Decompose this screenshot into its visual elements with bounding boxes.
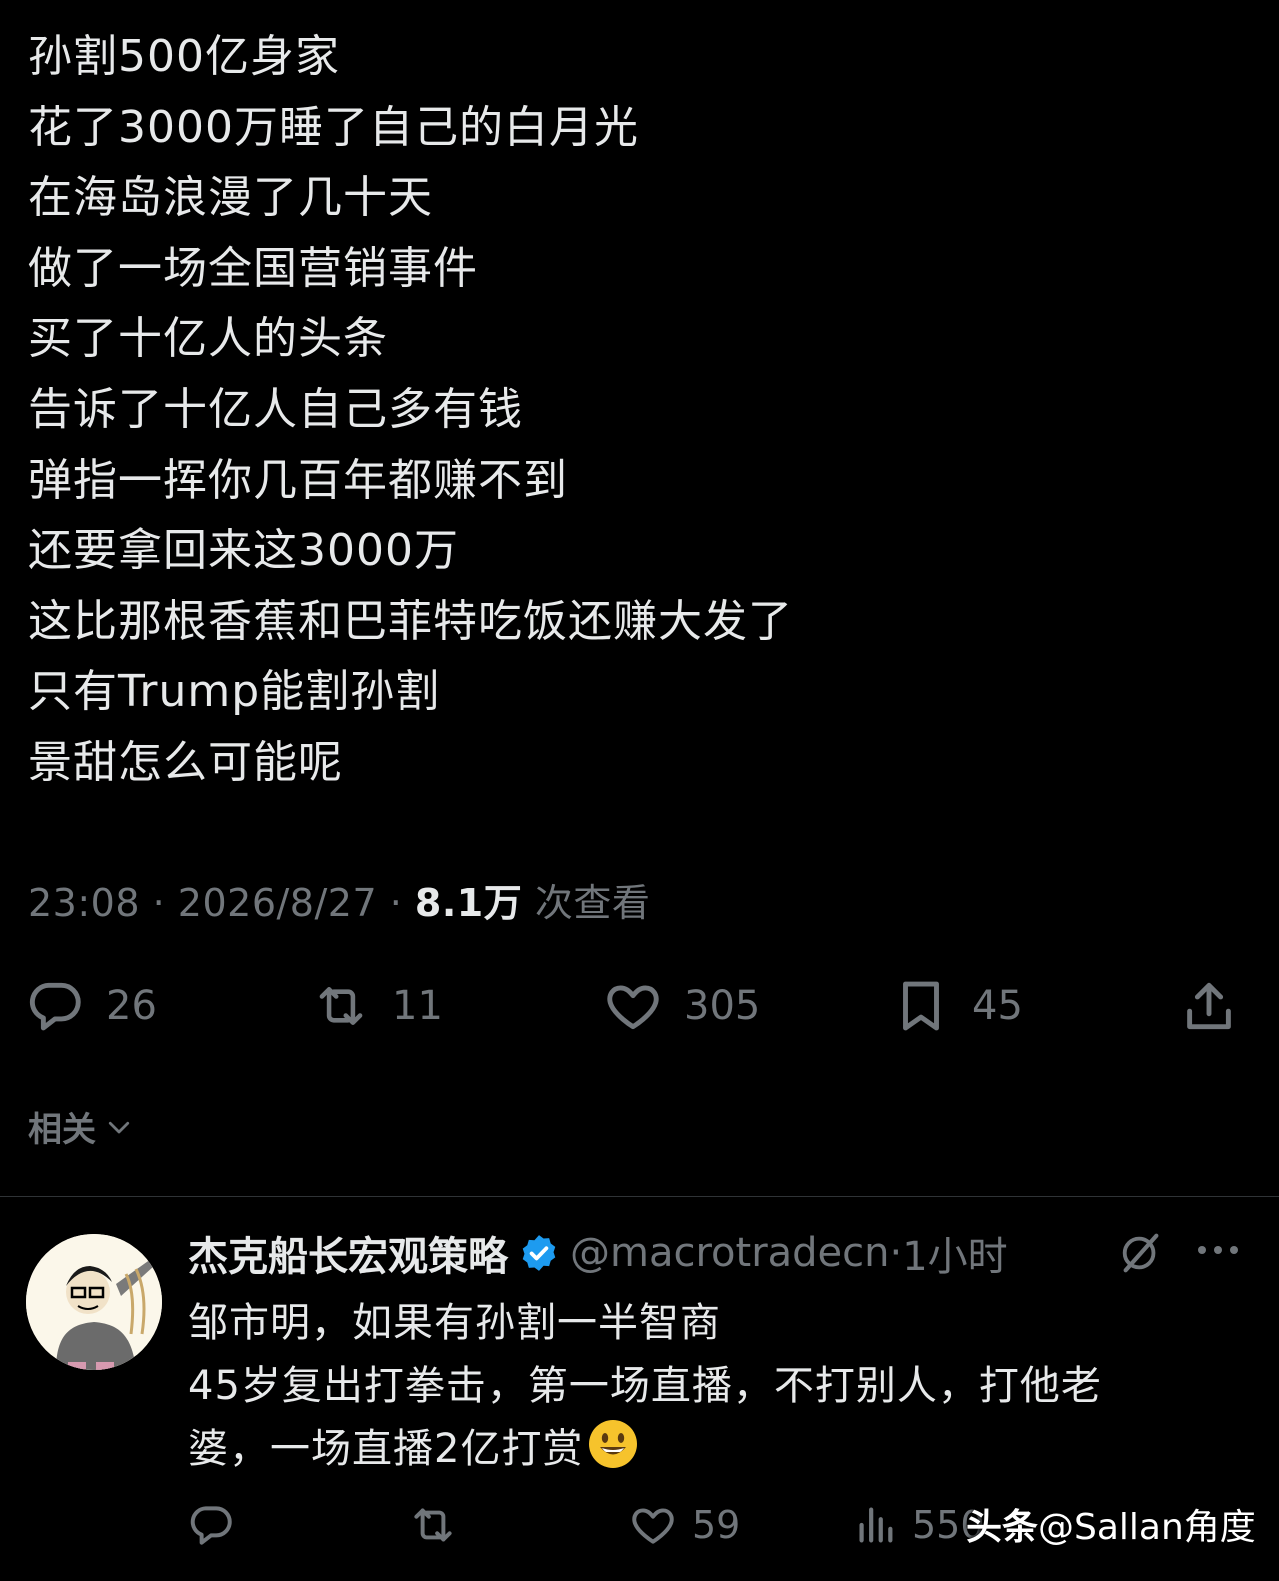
meta-separator: · — [152, 881, 166, 925]
reply-line: 邹市明，如果有孙割一半智商 — [188, 1300, 721, 1346]
heart-icon — [632, 1508, 674, 1544]
meta-separator: · — [889, 1230, 903, 1276]
reply-button[interactable]: 26 — [24, 970, 157, 1042]
related-toggle[interactable]: 相关 — [28, 1102, 134, 1151]
chevron-down-icon — [108, 1121, 130, 1133]
reply-header: 杰克船长宏观策略 @macrotradecn · 1小时 — [188, 1224, 1008, 1282]
reply-icon — [190, 1506, 232, 1545]
reply-text: 邹市明，如果有孙割一半智商 45岁复出打拳击，第一场直播，不打别人，打他老 婆，… — [188, 1292, 1248, 1481]
watermark: 头条@Sallan角度 — [966, 1498, 1256, 1550]
retweet-button[interactable]: 11 — [310, 970, 443, 1042]
views-chart-icon — [859, 1507, 893, 1543]
related-label: 相关 — [28, 1110, 96, 1150]
like-button[interactable]: 305 — [602, 970, 760, 1042]
share-button[interactable] — [1178, 970, 1240, 1042]
tweet-line: 做了一场全国营销事件 — [28, 242, 478, 294]
retweet-icon — [414, 1508, 452, 1542]
share-icon — [1178, 975, 1240, 1037]
watermark-text: @Sallan角度 — [1038, 1507, 1256, 1548]
retweet-icon — [310, 975, 372, 1037]
tweet-line: 孙割500亿身家 — [28, 31, 340, 82]
tweet-line: 花了3000万睡了自己的白月光 — [28, 101, 639, 153]
view-count: 8.1万 — [414, 881, 523, 925]
tweet-line: 只有Trump能割孙割 — [28, 666, 441, 718]
tweet-line: 这比那根香蕉和巴菲特吃饭还赚大发了 — [28, 595, 793, 647]
reply-retweet-button[interactable] — [406, 1495, 460, 1555]
reply-count: 26 — [106, 983, 157, 1029]
grok-icon[interactable] — [1118, 1230, 1164, 1280]
tweet-line: 告诉了十亿人自己多有钱 — [28, 383, 523, 435]
more-options-icon[interactable] — [1196, 1242, 1240, 1261]
reply-author-handle[interactable]: @macrotradecn — [570, 1230, 890, 1276]
bookmark-count: 45 — [972, 983, 1023, 1029]
reply-reply-button[interactable] — [186, 1495, 236, 1555]
tweet-date[interactable]: 2026/8/27 — [178, 881, 377, 925]
tweet-meta: 23:08 · 2026/8/27 · 8.1万 次查看 — [28, 872, 650, 927]
bookmark-icon — [890, 975, 952, 1037]
reply-line-last: 婆，一场直播2亿打赏 — [188, 1418, 1248, 1481]
tweet-line: 景甜怎么可能呢 — [28, 736, 343, 788]
view-count-label: 次查看 — [522, 881, 651, 925]
retweet-count: 11 — [392, 983, 443, 1029]
reply-icon — [24, 975, 86, 1037]
reply-like-count: 59 — [692, 1503, 741, 1547]
reply-line-text: 婆，一场直播2亿打赏 — [188, 1426, 584, 1472]
tweet-line: 在海岛浪漫了几十天 — [28, 172, 433, 224]
verified-badge-icon — [518, 1232, 560, 1274]
reply-line: 45岁复出打拳击，第一场直播，不打别人，打他老 — [188, 1363, 1102, 1409]
meta-separator: · — [389, 881, 403, 925]
watermark-brand: 头条 — [966, 1507, 1039, 1548]
tweet-line: 买了十亿人的头条 — [28, 313, 388, 365]
avatar[interactable] — [26, 1234, 162, 1370]
reply-time[interactable]: 1小时 — [902, 1224, 1007, 1282]
reply-like-button[interactable]: 59 — [628, 1495, 740, 1555]
tweet-action-bar: 26 11 305 45 — [0, 970, 1279, 1042]
tweet-text: 孙割500亿身家 花了3000万睡了自己的白月光 在海岛浪漫了几十天 做了一场全… — [28, 22, 1248, 799]
reply-author-name[interactable]: 杰克船长宏观策略 — [188, 1224, 508, 1282]
smiley-emoji-icon — [587, 1418, 639, 1470]
tweet-time[interactable]: 23:08 — [28, 881, 140, 925]
bookmark-button[interactable]: 45 — [890, 970, 1023, 1042]
tweet-line: 还要拿回来这3000万 — [28, 525, 459, 577]
reply-views-button[interactable]: 550 — [852, 1495, 985, 1555]
like-count: 305 — [684, 983, 761, 1029]
divider — [0, 1196, 1279, 1197]
heart-icon — [602, 975, 664, 1037]
tweet-line: 弹指一挥你几百年都赚不到 — [28, 454, 568, 506]
